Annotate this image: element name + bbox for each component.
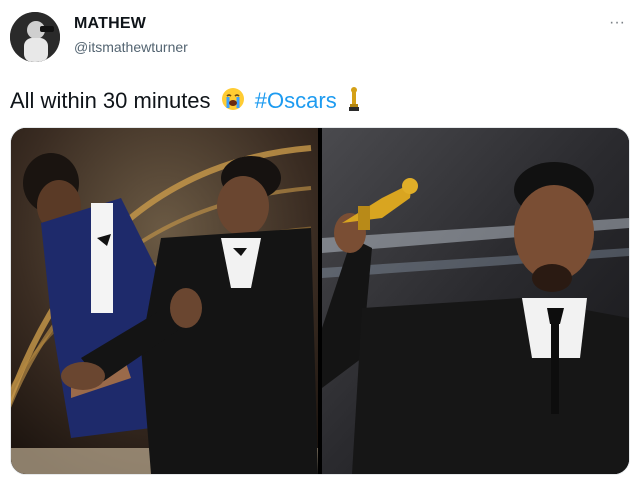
tweet: MATHEW @itsmathewturner ··· All within 3… <box>0 0 640 488</box>
photo-left[interactable] <box>11 128 318 474</box>
photo-right[interactable] <box>322 128 629 474</box>
crying-face-icon <box>221 87 245 117</box>
hashtag-link[interactable]: #Oscars <box>255 88 337 113</box>
trophy-icon <box>347 86 361 118</box>
display-name[interactable]: MATHEW <box>74 15 146 33</box>
user-handle[interactable]: @itsmathewturner <box>74 39 188 55</box>
more-options-icon[interactable]: ··· <box>606 15 628 31</box>
media-grid[interactable] <box>10 127 630 475</box>
tweet-body: All within 30 minutes <box>10 87 211 113</box>
avatar[interactable] <box>10 12 60 62</box>
tweet-text: All within 30 minutes #Oscars <box>10 86 365 118</box>
